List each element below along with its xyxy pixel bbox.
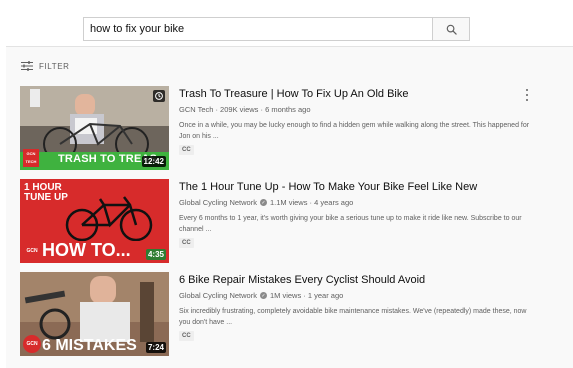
video-title[interactable]: The 1 Hour Tune Up - How To Make Your Bi… [179, 181, 477, 193]
more-options-icon[interactable] [523, 88, 531, 102]
search-icon [446, 24, 457, 35]
top-bar: how to fix your bike [0, 0, 573, 42]
thumbnail-caption: HOW TO... [42, 240, 131, 260]
video-duration: 7:24 [145, 342, 166, 353]
video-result[interactable]: 1 HOUR TUNE UP HOW TO... GCN 4:35 The 1 … [20, 179, 565, 265]
video-duration: 4:35 [145, 249, 166, 260]
video-stats: 1M views · 1 year ago [269, 291, 344, 300]
channel-logo: GCN TECH [23, 149, 39, 167]
video-description: Once in a while, you may be lucky enough… [179, 122, 530, 140]
channel-logo: GCN [23, 335, 41, 353]
video-description: Six incredibly frustrating, completely a… [179, 308, 527, 326]
thumbnail-caption-top-2: TUNE UP [24, 192, 68, 203]
video-result[interactable]: 6 MISTAKES GCN 7:24 6 Bike Repair Mistak… [20, 272, 565, 358]
video-duration: 12:42 [141, 156, 166, 167]
cc-badge: CC [179, 145, 194, 155]
thumbnail-caption: 6 MISTAKES [42, 337, 137, 354]
channel-logo: GCN [23, 242, 41, 260]
video-thumbnail[interactable]: TRASH TO TREAS GCN TECH 12:42 [20, 86, 169, 170]
video-meta: Global Cycling Network ✓ 1M views · 1 ye… [179, 291, 343, 300]
search-button[interactable] [432, 17, 470, 41]
video-title[interactable]: 6 Bike Repair Mistakes Every Cyclist Sho… [179, 274, 425, 286]
cc-badge: CC [179, 331, 194, 341]
video-meta: Global Cycling Network ✓ 1.1M views · 4 … [179, 198, 353, 207]
search-query-text: how to fix your bike [90, 23, 185, 35]
filter-button[interactable]: FILTER [21, 61, 70, 71]
filter-sliders-icon [21, 61, 33, 71]
channel-name[interactable]: Global Cycling Network [179, 198, 257, 207]
video-description: Every 6 months to 1 year, it's worth giv… [179, 215, 522, 233]
video-stats: 1.1M views · 4 years ago [269, 198, 354, 207]
filter-label: FILTER [39, 61, 70, 71]
channel-name[interactable]: Global Cycling Network [179, 291, 257, 300]
divider [6, 46, 573, 47]
cc-badge: CC [179, 238, 194, 248]
verified-check-icon: ✓ [259, 199, 267, 206]
logo-text: GCN TECH [25, 151, 37, 164]
channel-name[interactable]: GCN Tech [179, 105, 213, 114]
video-stats: · 209K views · 6 months ago [215, 105, 311, 114]
verified-check-icon: ✓ [259, 292, 267, 299]
clock-icon[interactable] [153, 90, 165, 102]
video-thumbnail[interactable]: 1 HOUR TUNE UP HOW TO... GCN 4:35 [20, 179, 169, 263]
search-input[interactable]: how to fix your bike [83, 17, 432, 41]
video-meta: GCN Tech · 209K views · 6 months ago [179, 105, 311, 114]
video-title[interactable]: Trash To Treasure | How To Fix Up An Old… [179, 88, 408, 100]
video-result[interactable]: TRASH TO TREAS GCN TECH 12:42 Trash To T… [20, 86, 565, 172]
video-thumbnail[interactable]: 6 MISTAKES GCN 7:24 [20, 272, 169, 356]
